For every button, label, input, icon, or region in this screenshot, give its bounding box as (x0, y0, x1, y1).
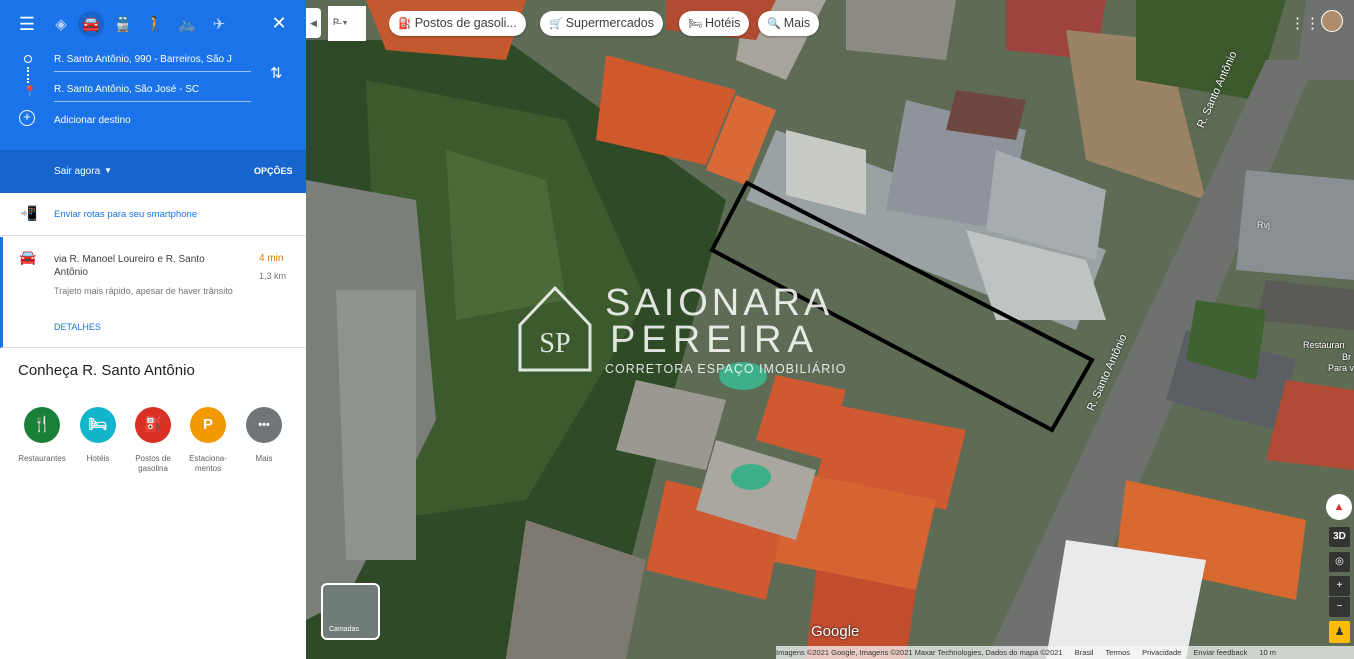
category-parking[interactable]: P Estaciona-mentos (178, 407, 238, 474)
watermark-line2: PEREIRA (610, 319, 819, 361)
poi-label[interactable]: Rvj (1257, 220, 1270, 230)
add-destination-link[interactable]: Adicionar destino (54, 115, 131, 126)
chip-hotels[interactable]: 🛏 Hotéis (679, 11, 750, 36)
chip-supermarkets[interactable]: 🛒 Supermercados (540, 11, 663, 36)
bed-icon: 🛏 (80, 407, 116, 443)
chip-label: Mais (783, 16, 811, 30)
category-label: Postos de gasolina (135, 454, 171, 473)
transit-icon[interactable]: 🚆 (110, 11, 136, 37)
privacy-link[interactable]: Privacidade (1142, 648, 1181, 657)
category-label: Estaciona-mentos (189, 454, 227, 473)
car-icon[interactable]: 🚘 (78, 11, 104, 37)
category-gas-stations[interactable]: ⛽ Postos de gasolina (123, 407, 183, 474)
zoom-out-button[interactable]: − (1329, 597, 1350, 617)
poi-label[interactable]: Para v (1328, 363, 1354, 373)
category-label: Mais (255, 454, 273, 463)
route-dots (27, 67, 29, 83)
directions-panel: ☰ ◈ 🚘 🚆 🚶 🚲 ✈ ✕ 📍 R. Santo Antônio, 990 … (0, 0, 306, 659)
close-icon[interactable]: ✕ (268, 12, 290, 34)
poi-label[interactable]: Restauran (1303, 340, 1345, 350)
cart-icon: 🛒 (549, 18, 563, 30)
add-destination-icon[interactable]: + (19, 110, 35, 126)
layers-label: Camadas (329, 626, 359, 633)
send-to-phone-row[interactable]: 📲 Enviar rotas para seu smartphone (0, 193, 306, 236)
watermark-line3: CORRETORA ESPAÇO IMOBILIÁRIO (605, 361, 845, 376)
compass-icon[interactable]: ▲ (1326, 494, 1352, 520)
origin-dot-icon (24, 55, 32, 63)
explore-title: Conheça R. Santo Antônio (18, 362, 195, 379)
watermark-logo: SP SAIONARA PEREIRA CORRETORA ESPAÇO IMO… (518, 282, 845, 376)
collapse-panel-button[interactable]: ◀ (306, 8, 321, 38)
category-label: Restaurantes (18, 454, 66, 463)
route-option-card[interactable]: 🚘 via R. Manoel Loureiro e R. Santo Antô… (0, 237, 306, 348)
options-button[interactable]: OPÇÕES (254, 166, 293, 176)
bike-icon[interactable]: 🚲 (174, 11, 200, 37)
more-icon: ••• (246, 407, 282, 443)
route-time: 4 min (259, 253, 284, 264)
send-to-phone-icon: 📲 (20, 205, 38, 221)
walk-icon[interactable]: 🚶 (142, 11, 168, 37)
category-more[interactable]: ••• Mais (234, 407, 294, 464)
caret-down-icon: ▼ (341, 20, 349, 27)
chip-label: Supermercados (565, 16, 654, 30)
search-icon: 🔍 (767, 18, 781, 30)
route-details-link[interactable]: DETALHES (54, 322, 101, 332)
google-logo: Google (811, 623, 860, 640)
send-to-phone-link[interactable]: Enviar rotas para seu smartphone (54, 209, 197, 220)
poi-label[interactable]: Br (1342, 352, 1351, 362)
chip-label: Postos de gasoli... (414, 16, 517, 30)
avatar[interactable] (1321, 10, 1343, 32)
pegman-icon[interactable]: ♟ (1329, 621, 1350, 643)
route-distance: 1,3 km (259, 271, 287, 281)
country-link[interactable]: Brasil (1075, 648, 1094, 657)
chip-gas-stations[interactable]: ⛽ Postos de gasoli... (389, 11, 526, 36)
bed-icon: 🛏 (688, 18, 702, 30)
map-footer: Imagens ©2021 Google, Imagens ©2021 Maxa… (776, 646, 1354, 659)
parking-icon: P (190, 407, 226, 443)
zoom-in-button[interactable]: + (1329, 576, 1350, 596)
feedback-link[interactable]: Enviar feedback (1193, 648, 1247, 657)
car-icon: 🚘 (19, 249, 37, 265)
watermark-line1: SAIONARA (605, 282, 833, 324)
origin-field[interactable]: R. Santo Antônio, 990 - Barreiros, São J (54, 52, 251, 72)
swap-icon[interactable]: ⇅ (270, 64, 283, 82)
category-hotels[interactable]: 🛏 Hotéis (68, 407, 128, 464)
terms-link[interactable]: Termos (1105, 648, 1130, 657)
destination-field[interactable]: R. Santo Antônio, São José - SC (54, 82, 251, 102)
menu-icon[interactable]: ☰ (16, 13, 38, 35)
best-route-icon[interactable]: ◈ (48, 11, 74, 37)
3d-button[interactable]: 3D (1329, 527, 1350, 547)
route-note: Trajeto mais rápido, apesar de haver trâ… (54, 286, 233, 296)
fork-knife-icon: 🍴 (24, 407, 60, 443)
chip-more[interactable]: 🔍 Mais (758, 11, 820, 36)
category-label: Hotéis (86, 454, 110, 463)
caret-down-icon[interactable]: ▼ (104, 166, 112, 175)
gas-pump-icon: ⛽ (135, 407, 171, 443)
chip-label: Hotéis (704, 16, 741, 30)
flight-icon[interactable]: ✈ (206, 11, 232, 37)
gas-pump-icon: ⛽ (398, 18, 412, 30)
satellite-map[interactable]: SP SAIONARA PEREIRA CORRETORA ESPAÇO IMO… (306, 0, 1354, 659)
mini-select[interactable]: P̶ ▼ (328, 6, 366, 41)
mini-select-value: P̶ (333, 17, 340, 27)
destination-pin-icon: 📍 (23, 86, 37, 98)
watermark-monogram: SP (539, 328, 570, 359)
depart-now-dropdown[interactable]: Sair agora (54, 166, 100, 177)
scale-label[interactable]: 10 m (1259, 648, 1276, 657)
route-via: via R. Manoel Loureiro e R. Santo Antôni… (54, 254, 205, 278)
my-location-icon[interactable]: ◎ (1329, 552, 1350, 572)
imagery-attribution: Imagens ©2021 Google, Imagens ©2021 Maxa… (776, 648, 1063, 657)
category-restaurants[interactable]: 🍴 Restaurantes (12, 407, 72, 464)
